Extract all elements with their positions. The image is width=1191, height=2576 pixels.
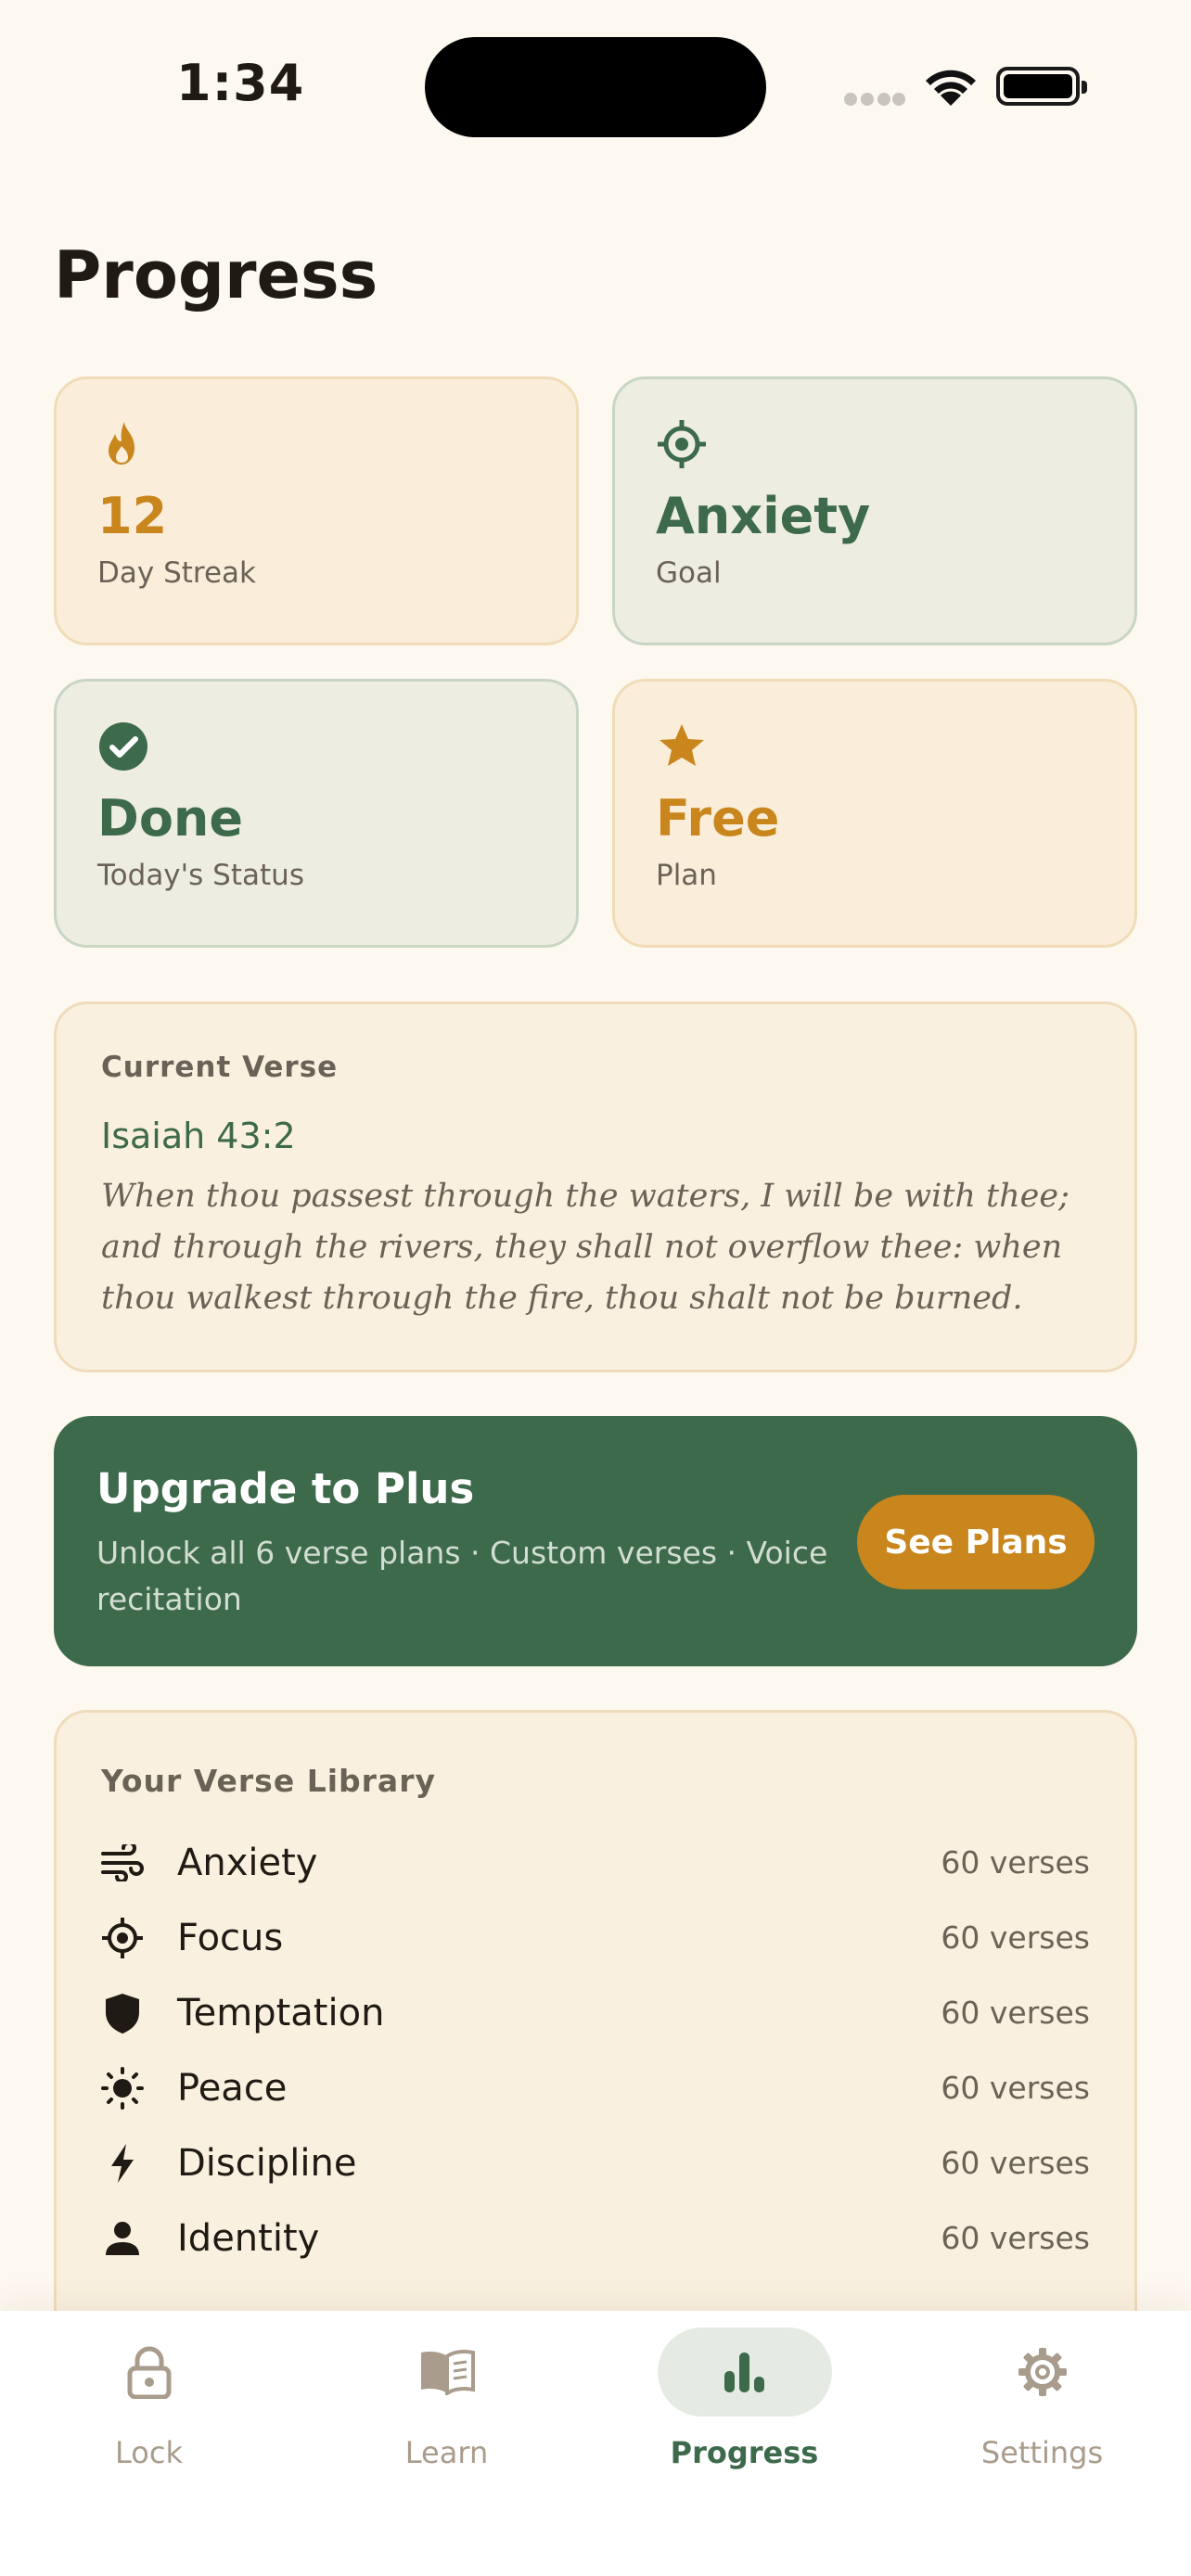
status-bar: 1:34 [0,0,1191,176]
library-item-anxiety[interactable]: Anxiety 60 verses [101,1825,1090,1900]
verse-text: When thou passest through the waters, I … [101,1178,1069,1317]
stat-value: Done [97,789,243,848]
library-item-name: Anxiety [177,1841,318,1884]
bolt-icon [101,2142,144,2185]
library-item-focus[interactable]: Focus 60 verses [101,1900,1090,1975]
stat-card-streak: 12 Day Streak [54,376,579,645]
tab-label: Lock [115,2435,183,2470]
wind-icon [101,1842,144,1884]
shield-icon [101,1992,144,2034]
library-item-count: 60 verses [941,2070,1090,2106]
target-icon [658,420,706,468]
tab-icon-container [657,2327,832,2417]
library-item-discipline[interactable]: Discipline 60 verses [101,2125,1090,2200]
battery-icon [996,67,1087,106]
library-item-name: Discipline [177,2141,357,2185]
tab-icon-container [360,2327,534,2417]
current-verse-heading: Current Verse [101,1051,339,1084]
stat-card-status: Done Today's Status [54,679,579,948]
stat-label: Plan [656,859,717,893]
verse-library-heading: Your Verse Library [101,1763,436,1799]
stat-value: Free [656,789,780,848]
current-verse-card[interactable]: Current Verse Isaiah 43:2 When thou pass… [54,1001,1137,1372]
library-item-peace[interactable]: Peace 60 verses [101,2050,1090,2125]
flame-icon [109,422,134,465]
library-item-name: Focus [177,1916,284,1959]
library-item-count: 60 verses [941,1995,1090,2031]
tab-label: Learn [404,2435,489,2470]
stat-card-plan: Free Plan [612,679,1137,948]
library-item-name: Temptation [177,1991,385,2034]
verse-reference: Isaiah 43:2 [101,1116,296,1156]
bar-chart-icon [724,2353,764,2392]
tab-label: Settings [980,2435,1104,2470]
stat-card-goal: Anxiety Goal [612,376,1137,645]
stat-value: Anxiety [656,487,871,545]
wifi-icon [926,70,976,106]
target-icon [101,1917,144,1959]
sun-icon [101,2066,144,2110]
tab-lock[interactable]: Lock [0,2327,298,2470]
tab-icon-container [62,2327,237,2417]
library-item-count: 60 verses [941,2145,1090,2181]
tab-settings[interactable]: Settings [893,2327,1191,2470]
person-icon [101,2217,144,2260]
tab-progress[interactable]: Progress [596,2327,893,2470]
stat-label: Day Streak [97,556,256,591]
see-plans-button[interactable]: See Plans [857,1495,1095,1589]
status-time: 1:34 [176,54,305,112]
tab-label: Progress [670,2435,819,2470]
lock-icon [127,2346,171,2399]
tab-icon-container [955,2327,1130,2417]
page-title: Progress [54,237,378,313]
dynamic-island [425,37,766,137]
cellular-signal-icon [844,93,905,108]
stat-label: Goal [656,556,722,591]
gear-icon [1018,2348,1067,2396]
verse-library-list: Anxiety 60 verses Focus 60 verses Tempta… [101,1825,1090,2276]
tab-learn[interactable]: Learn [298,2327,596,2470]
upgrade-subtitle: Unlock all 6 verse plans · Custom verses… [96,1535,828,1617]
upgrade-banner: Upgrade to Plus Unlock all 6 verse plans… [54,1416,1137,1666]
library-item-identity[interactable]: Identity 60 verses [101,2200,1090,2276]
check-circle-icon [99,722,147,771]
library-item-count: 60 verses [941,1919,1090,1956]
library-item-temptation[interactable]: Temptation 60 verses [101,1975,1090,2050]
star-icon [660,724,704,766]
verse-library-card: Your Verse Library Anxiety 60 verses Foc… [54,1710,1137,2359]
stat-label: Today's Status [97,859,304,893]
tab-bar: Lock Learn Progress Settings [0,2311,1191,2576]
stat-value: 12 [97,487,168,545]
library-item-name: Peace [177,2066,288,2110]
library-item-count: 60 verses [941,1844,1090,1881]
library-item-name: Identity [177,2216,320,2260]
book-icon [420,2350,475,2395]
library-item-count: 60 verses [941,2220,1090,2256]
